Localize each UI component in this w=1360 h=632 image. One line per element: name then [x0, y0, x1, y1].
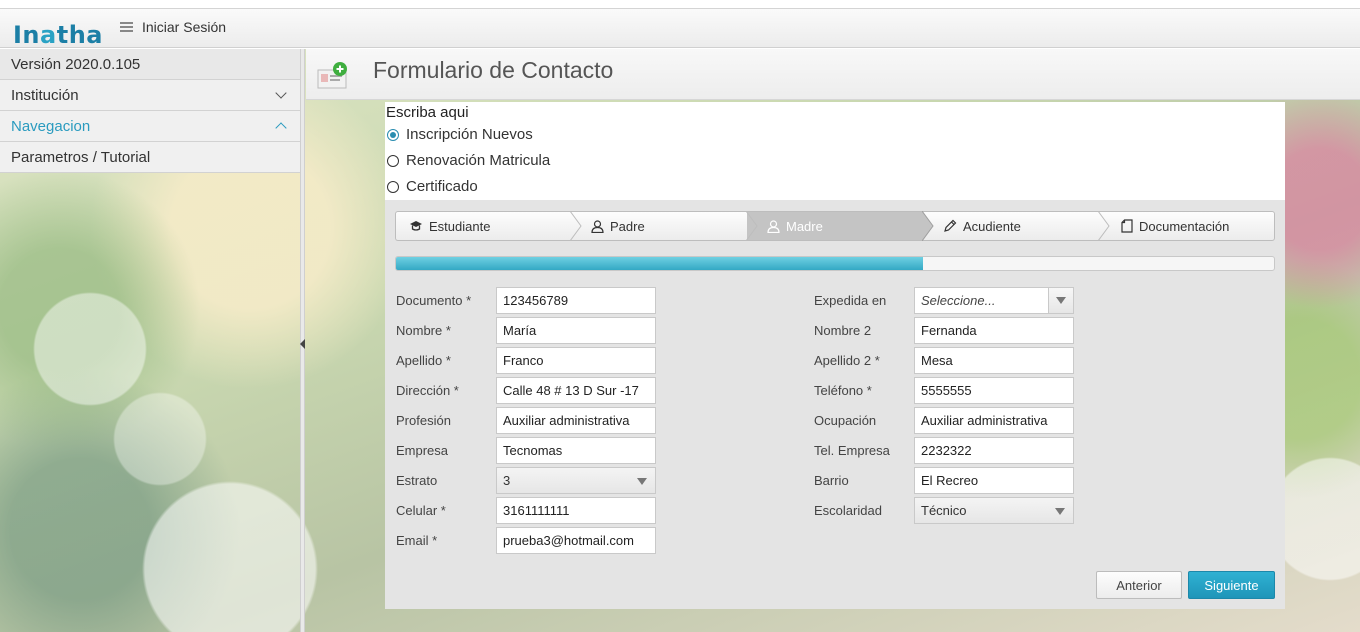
sidebar-item-label: Parametros / Tutorial [11, 148, 151, 166]
version-text: Versión 2020.0.105 [11, 55, 141, 73]
step-label: Acudiente [963, 218, 1021, 234]
tab-madre[interactable]: Madre [747, 211, 923, 241]
label-expedida-en: Expedida en [814, 293, 887, 308]
wizard-steps: Estudiante Padre Madre Acudiente Documen… [395, 211, 1275, 241]
expedida-en-select[interactable]: Seleccione... [914, 287, 1074, 314]
radio-unchecked-icon [387, 180, 399, 193]
apellido-2-input[interactable]: Mesa [914, 347, 1074, 374]
label-email: Email * [396, 533, 438, 548]
telefono-input[interactable]: 5555555 [914, 377, 1074, 404]
tab-acudiente[interactable]: Acudiente [923, 211, 1099, 241]
wizard-progress-bar [395, 256, 1275, 271]
tel-empresa-input[interactable]: 2232322 [914, 437, 1074, 464]
radio-label: Certificado [406, 178, 478, 195]
step-label: Estudiante [429, 218, 491, 234]
step-separator [922, 211, 934, 241]
user-icon [591, 219, 604, 233]
label-telefono: Teléfono * [814, 383, 872, 398]
next-button[interactable]: Siguiente [1188, 571, 1275, 599]
step-separator [746, 211, 758, 241]
label-ocupacion: Ocupación [814, 413, 877, 428]
radio-label: Inscripción Nuevos [406, 126, 533, 143]
label-profesion: Profesión [396, 413, 451, 428]
label-estrato: Estrato [396, 473, 438, 488]
select-value: 3 [503, 473, 511, 488]
prompt-label: Escriba aqui [386, 104, 469, 121]
dropdown-button[interactable] [1048, 288, 1073, 313]
pencil-icon [943, 219, 957, 233]
label-apellido-2: Apellido 2 * [814, 353, 880, 368]
documento-input[interactable]: 123456789 [496, 287, 656, 314]
sidebar-item-institucion[interactable]: Institución [0, 80, 300, 111]
collapse-arrow-icon[interactable] [300, 339, 305, 349]
caret-down-icon [637, 478, 647, 485]
user-icon [767, 219, 780, 233]
radio-certificado[interactable]: Certificado [387, 178, 478, 195]
escolaridad-select[interactable]: Técnico [914, 497, 1074, 524]
step-label: Documentación [1139, 218, 1230, 234]
label-barrio: Barrio [814, 473, 849, 488]
step-separator [570, 211, 582, 241]
email-input[interactable]: prueba3@hotmail.com [496, 527, 656, 554]
sidebar: Versión 2020.0.105 Institución Navegacio… [0, 49, 300, 173]
tab-padre[interactable]: Padre [571, 211, 747, 241]
radio-checked-icon [387, 128, 399, 141]
content-header: Formulario de Contacto [306, 49, 1360, 100]
login-label: Iniciar Sesión [142, 19, 227, 35]
form-panel: Estudiante Padre Madre Acudiente Documen… [385, 200, 1285, 609]
celular-input[interactable]: 3161111111 [496, 497, 656, 524]
chevron-down-icon [275, 87, 287, 99]
sidebar-item-parametros[interactable]: Parametros / Tutorial [0, 142, 300, 173]
sidebar-item-navegacion[interactable]: Navegacion [0, 111, 300, 142]
label-empresa: Empresa [396, 443, 449, 458]
app-logo[interactable]: Inatha [13, 21, 103, 49]
radio-renovacion[interactable]: Renovación Matricula [387, 152, 550, 169]
progress-fill [396, 257, 923, 270]
ocupacion-input[interactable]: Auxiliar administrativa [914, 407, 1074, 434]
document-icon [1121, 219, 1133, 233]
step-separator [1098, 211, 1110, 241]
sidebar-item-label: Institución [11, 86, 79, 104]
estrato-select[interactable]: 3 [496, 467, 656, 494]
radio-unchecked-icon [387, 154, 399, 167]
select-placeholder: Seleccione... [921, 293, 996, 308]
radio-inscripcion[interactable]: Inscripción Nuevos [387, 126, 533, 143]
direccion-input[interactable]: Calle 48 # 13 D Sur -17 [496, 377, 656, 404]
chevron-up-icon [275, 122, 287, 134]
empresa-input[interactable]: Tecnomas [496, 437, 656, 464]
label-direccion: Dirección * [396, 383, 459, 398]
caret-down-icon [1056, 297, 1066, 304]
label-nombre: Nombre * [396, 323, 451, 338]
previous-button[interactable]: Anterior [1096, 571, 1182, 599]
radio-label: Renovación Matricula [406, 152, 551, 169]
label-apellido: Apellido * [396, 353, 451, 368]
tab-documentacion[interactable]: Documentación [1099, 211, 1275, 241]
nombre-input[interactable]: María [496, 317, 656, 344]
label-celular: Celular * [396, 503, 446, 518]
step-label: Madre [786, 218, 823, 234]
add-contact-form-icon [317, 62, 347, 89]
label-escolaridad: Escolaridad [814, 503, 882, 518]
page-title: Formulario de Contacto [373, 57, 614, 83]
version-label: Versión 2020.0.105 [0, 49, 300, 80]
hamburger-icon [120, 22, 133, 32]
label-nombre-2: Nombre 2 [814, 323, 872, 338]
caret-down-icon [1055, 508, 1065, 515]
nombre-2-input[interactable]: Fernanda [914, 317, 1074, 344]
login-menu-button[interactable]: Iniciar Sesión [120, 19, 226, 35]
graduation-cap-icon [409, 220, 423, 232]
barrio-input[interactable]: El Recreo [914, 467, 1074, 494]
select-value: Técnico [921, 503, 967, 518]
step-label: Padre [610, 218, 645, 234]
profesion-input[interactable]: Auxiliar administrativa [496, 407, 656, 434]
label-documento: Documento * [396, 293, 472, 308]
request-type-panel: Escriba aqui Inscripción Nuevos Renovaci… [385, 102, 1285, 200]
apellido-input[interactable]: Franco [496, 347, 656, 374]
sidebar-item-label: Navegacion [11, 117, 91, 135]
label-tel-empresa: Tel. Empresa [814, 443, 890, 458]
top-bar: Inatha Iniciar Sesión [0, 8, 1360, 49]
tab-estudiante[interactable]: Estudiante [395, 211, 571, 241]
